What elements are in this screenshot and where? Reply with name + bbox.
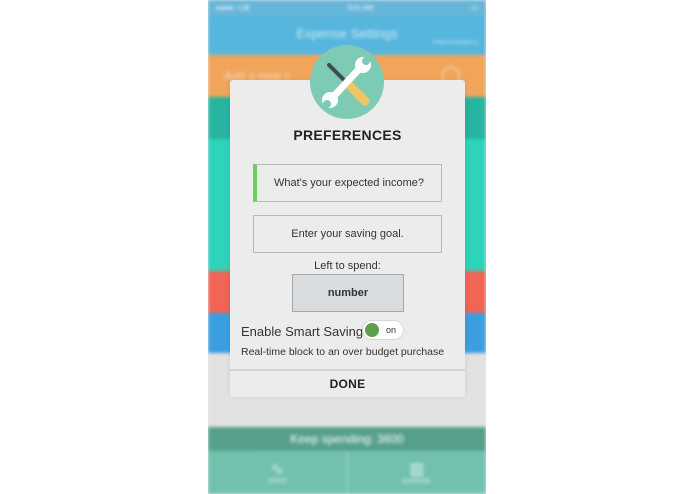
keep-spending-bar: Keep spending: 3600	[208, 427, 486, 451]
smart-saving-description: Real-time block to an over budget purcha…	[241, 346, 445, 358]
status-bar: ●●●●○ LIB 9:41 AM ▭	[208, 0, 486, 16]
tab-expense-label: EXPENSE	[402, 478, 431, 485]
battery-icon: ▭	[471, 5, 478, 12]
expected-income-input[interactable]	[253, 164, 442, 202]
tab-expense[interactable]: ▥ EXPENSE	[346, 451, 487, 494]
nav-title: Expense Settings	[296, 26, 398, 41]
tools-icon	[310, 45, 384, 119]
smart-saving-label: Enable Smart Saving	[241, 324, 364, 339]
left-to-spend-label: Left to spend:	[314, 260, 381, 272]
smart-saving-toggle[interactable]: on	[362, 320, 404, 340]
expense-icon: ▥	[409, 460, 425, 478]
screen: ●●●●○ LIB 9:41 AM ▭ Expense Settings PRE…	[0, 0, 695, 494]
modal-title: PREFERENCES	[293, 127, 402, 143]
keep-spending-label: Keep spending:	[290, 432, 374, 446]
carrier-signal: ●●●●○ LIB	[216, 4, 250, 12]
toggle-knob	[365, 323, 379, 337]
done-button[interactable]: DONE	[230, 371, 465, 397]
status-time: 9:41 AM	[347, 4, 374, 12]
toggle-state-label: on	[386, 325, 397, 335]
nav-preferences-link[interactable]: PREFERENCES	[433, 40, 478, 46]
left-to-spend-value: number	[292, 274, 404, 312]
tab-stats-label: STATS	[268, 478, 287, 485]
tab-stats[interactable]: ∿ STATS	[208, 451, 347, 494]
tab-bar: ∿ STATS ▥ EXPENSE	[208, 451, 486, 494]
stats-icon: ∿	[270, 460, 284, 478]
keep-spending-value: 3600	[377, 432, 404, 446]
saving-goal-input[interactable]	[253, 215, 442, 253]
